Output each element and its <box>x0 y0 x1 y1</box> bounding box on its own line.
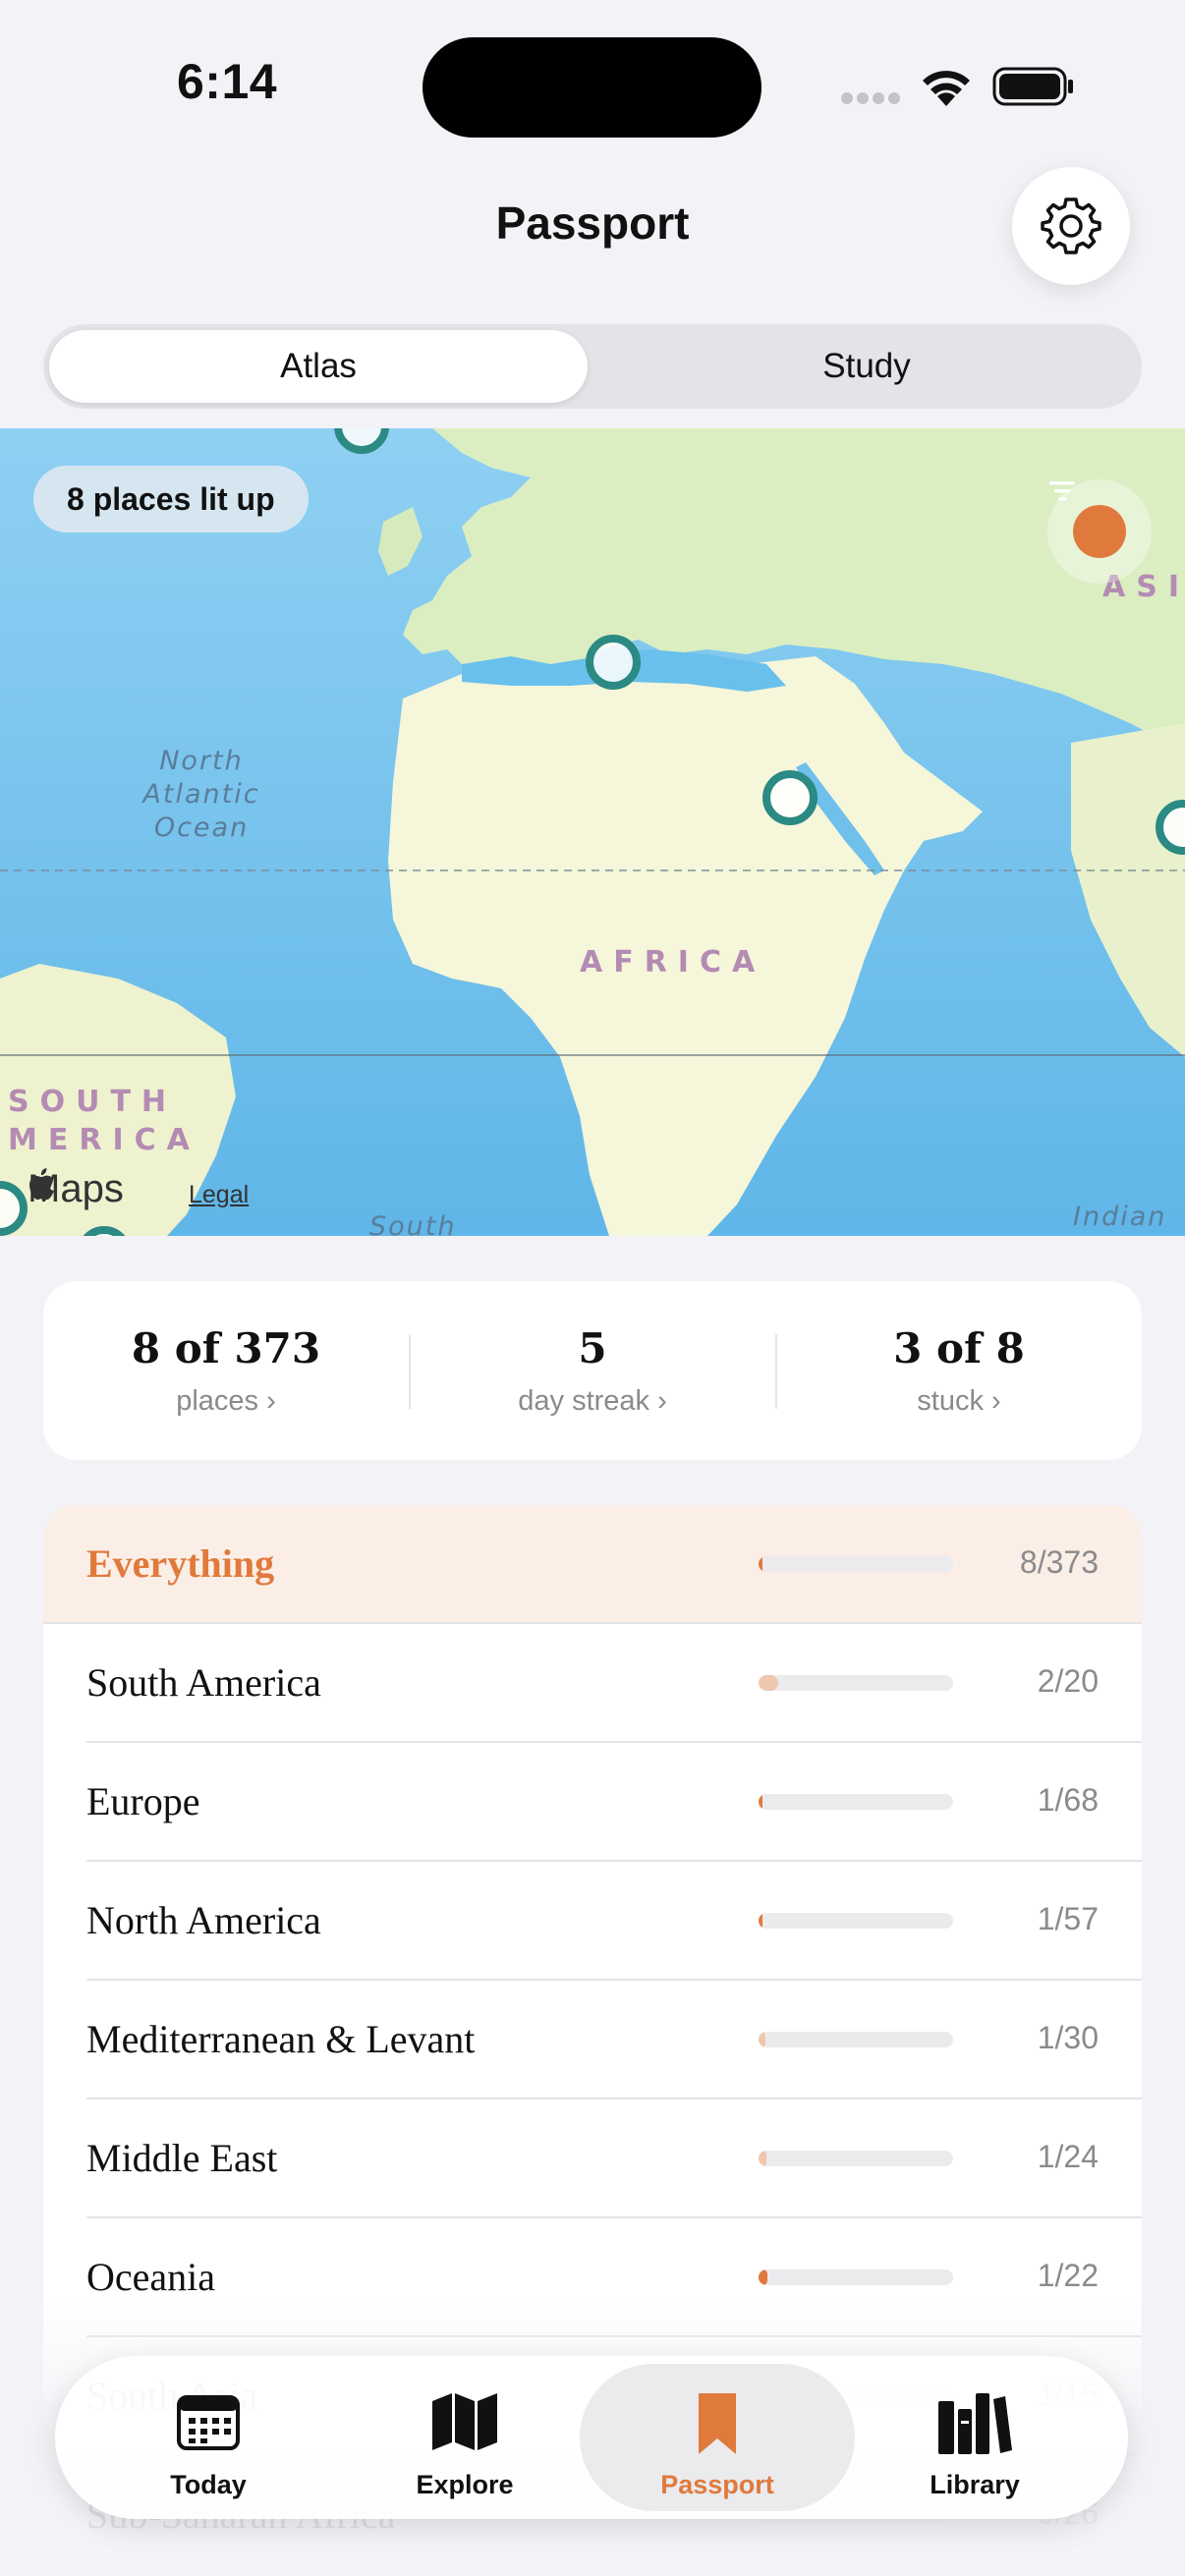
map-label-africa: AFRICA <box>580 945 766 980</box>
region-row[interactable]: South America 2/20 <box>43 1624 1142 1743</box>
calendar-icon <box>177 2395 240 2450</box>
region-progress-fill <box>759 2151 766 2166</box>
view-segmented-control: Atlas Study <box>43 324 1142 409</box>
map-label-south: South <box>369 1211 457 1236</box>
region-progress-fill <box>759 1913 762 1929</box>
region-row[interactable]: Everything 8/373 <box>43 1505 1142 1624</box>
region-progress-bar <box>759 1913 953 1929</box>
books-icon <box>938 2393 1012 2454</box>
settings-button[interactable] <box>1012 167 1130 285</box>
region-name: Middle East <box>86 2136 278 2180</box>
segment-study[interactable]: Study <box>597 330 1136 403</box>
map-label-south-america: SOUTH MERICA <box>8 1085 200 1157</box>
world-map[interactable]: North Atlantic Ocean AFRICA ASI SOUTH ME… <box>0 428 1185 1236</box>
region-name: North America <box>86 1898 321 1942</box>
region-name: Oceania <box>86 2255 216 2299</box>
stats-card: 8 of 373 places › 5 day streak › 3 of 8 … <box>43 1281 1142 1460</box>
stat-places[interactable]: 8 of 373 places › <box>43 1281 409 1460</box>
maps-logo: Maps <box>28 1167 124 1211</box>
region-progress-bar <box>759 2032 953 2047</box>
stat-places-value: 8 of 373 <box>131 1324 321 1372</box>
region-progress-bar <box>759 1556 953 1572</box>
map-label-north-atlantic: North Atlantic Ocean <box>142 746 260 843</box>
segment-atlas[interactable]: Atlas <box>49 330 588 403</box>
tab-bar: Today Explore Passport Library <box>55 2356 1128 2519</box>
region-row[interactable]: Europe 1/68 <box>43 1743 1142 1862</box>
map-filter-button[interactable] <box>1047 479 1152 584</box>
region-count: 1/22 <box>1037 2258 1099 2293</box>
region-progress-fill <box>759 2032 765 2047</box>
tab-label: Today <box>170 2470 247 2499</box>
region-progress-bar <box>759 1675 953 1691</box>
tab-label: Library <box>930 2470 1020 2499</box>
region-name: Everything <box>86 1541 275 1586</box>
stat-stuck-label: stuck › <box>917 1385 1001 1417</box>
map-icon <box>432 2393 497 2450</box>
filter-icon <box>1049 481 1075 501</box>
tab-label: Passport <box>660 2470 774 2499</box>
region-progress-bar <box>759 2151 953 2166</box>
region-row[interactable]: Middle East 1/24 <box>43 2100 1142 2218</box>
tab-label: Explore <box>416 2470 514 2499</box>
cellular-signal-icon <box>841 92 902 104</box>
stat-stuck[interactable]: 3 of 8 stuck › <box>776 1281 1142 1460</box>
map-label-indian: Indian <box>1073 1202 1167 1232</box>
map-pin[interactable] <box>762 770 818 825</box>
places-lit-badge: 8 places lit up <box>33 466 309 532</box>
region-row[interactable]: North America 1/57 <box>43 1862 1142 1981</box>
region-name: South America <box>86 1660 321 1705</box>
tab-today[interactable]: Today <box>71 2364 346 2511</box>
region-progress-fill <box>759 1675 778 1691</box>
region-name: Mediterranean & Levant <box>86 2017 476 2061</box>
stat-places-label: places › <box>176 1385 276 1417</box>
region-name: Europe <box>86 1779 200 1823</box>
page-title: Passport <box>495 197 690 249</box>
region-count: 8/373 <box>1019 1544 1099 1580</box>
region-progress-fill <box>759 2269 767 2285</box>
stat-streak-value: 5 <box>578 1324 607 1372</box>
bookmark-icon <box>699 2393 736 2454</box>
region-progress-fill <box>759 1794 762 1810</box>
tab-explore[interactable]: Explore <box>327 2364 602 2511</box>
region-count: 1/24 <box>1037 2139 1099 2174</box>
region-progress-fill <box>759 1556 762 1572</box>
map-pin[interactable] <box>586 635 641 690</box>
gear-icon <box>1041 197 1101 254</box>
battery-icon <box>992 65 1075 108</box>
stat-stuck-value: 3 of 8 <box>893 1324 1025 1372</box>
region-count: 1/68 <box>1037 1782 1099 1818</box>
dynamic-island <box>423 37 762 138</box>
region-count: 2/20 <box>1037 1663 1099 1699</box>
region-count: 1/30 <box>1037 2020 1099 2055</box>
region-progress-bar <box>759 2269 953 2285</box>
stat-streak-label: day streak › <box>518 1385 667 1417</box>
region-progress-bar <box>759 1794 953 1810</box>
region-count: 1/57 <box>1037 1901 1099 1936</box>
wifi-icon <box>918 63 975 108</box>
status-time: 6:14 <box>177 54 278 109</box>
stat-day-streak[interactable]: 5 day streak › <box>410 1281 775 1460</box>
tab-library[interactable]: Library <box>837 2364 1112 2511</box>
region-row[interactable]: Mediterranean & Levant 1/30 <box>43 1981 1142 2100</box>
tab-passport[interactable]: Passport <box>580 2364 855 2511</box>
apple-icon <box>29 1168 54 1200</box>
legal-link[interactable]: Legal <box>189 1181 249 1209</box>
